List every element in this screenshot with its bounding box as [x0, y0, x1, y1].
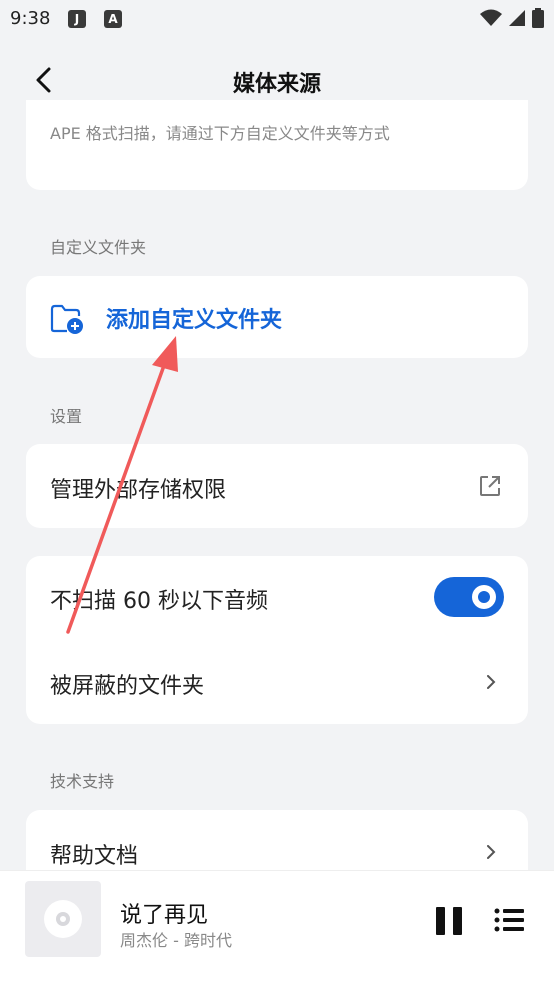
description-card: APE 格式扫描，请通过下方自定义文件夹等方式 [26, 100, 528, 190]
pause-icon-bar [436, 907, 445, 935]
chevron-right-icon [487, 675, 496, 689]
scan-settings-card: 不扫描 60 秒以下音频 被屏蔽的文件夹 [26, 556, 528, 724]
support-section-label: 技术支持 [50, 772, 115, 791]
wifi-icon [480, 9, 502, 26]
song-artist: 周杰伦 - 跨时代 [120, 931, 232, 950]
manage-storage-permission-row[interactable]: 管理外部存储权限 [26, 444, 528, 528]
skip-short-audio-label: 不扫描 60 秒以下音频 [50, 589, 268, 614]
custom-folder-section-label: 自定义文件夹 [50, 238, 147, 257]
add-custom-folder-button[interactable]: 添加自定义文件夹 [26, 276, 528, 358]
toggle-knob [472, 585, 496, 609]
notification-icon-j: J [68, 10, 86, 28]
pause-button[interactable] [436, 907, 462, 935]
status-time: 9:38 [10, 8, 51, 29]
album-art[interactable] [25, 881, 101, 957]
page-title: 媒体来源 [232, 72, 321, 97]
battery-icon [532, 8, 544, 28]
blocked-folders-label: 被屏蔽的文件夹 [50, 674, 205, 699]
blocked-folders-row[interactable]: 被屏蔽的文件夹 [26, 640, 528, 724]
mini-player[interactable]: 说了再见 周杰伦 - 跨时代 [0, 870, 554, 985]
manage-storage-label: 管理外部存储权限 [50, 478, 227, 503]
signal-icon [509, 10, 525, 26]
status-icons [480, 8, 544, 28]
description-text: APE 格式扫描，请通过下方自定义文件夹等方式 [50, 124, 390, 143]
skip-short-audio-toggle[interactable] [434, 577, 504, 617]
status-bar: 9:38 J A [0, 0, 554, 36]
notification-icon-a: A [104, 10, 122, 28]
settings-section-label: 设置 [50, 407, 83, 426]
help-docs-label: 帮助文档 [50, 844, 139, 869]
playlist-icon[interactable] [494, 907, 524, 933]
external-link-icon [480, 476, 500, 496]
add-custom-folder-label: 添加自定义文件夹 [106, 308, 283, 333]
disc-icon [44, 900, 82, 938]
chevron-right-icon [487, 845, 496, 859]
song-title: 说了再见 [120, 903, 209, 928]
folder-plus-icon [50, 304, 83, 334]
pause-icon-bar [453, 907, 462, 935]
